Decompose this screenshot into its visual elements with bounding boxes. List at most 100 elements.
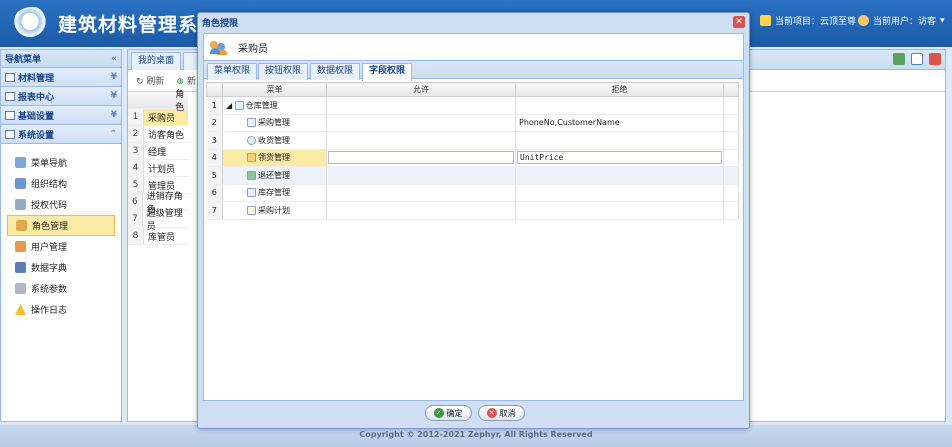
cell: 访客角色: [148, 130, 185, 141]
table-row[interactable]: 5 退还管理: [206, 166, 739, 185]
expand-icon: ¥: [110, 72, 117, 82]
nav-group-system[interactable]: 系统设置 ⌃: [1, 125, 121, 144]
user-info[interactable]: 当前用户：访客 ▾: [858, 14, 945, 27]
table-row[interactable]: 4 领货管理 UnitPrice: [206, 149, 739, 167]
column-header-deny[interactable]: 拒绝: [515, 82, 724, 97]
deny-cell[interactable]: [515, 184, 724, 202]
nav-group-report[interactable]: 报表中心 ¥: [1, 87, 121, 106]
sidebar-item-params[interactable]: 系统参数: [7, 278, 115, 299]
refresh-icon: ↻: [136, 77, 144, 87]
tree-icon: [15, 157, 26, 168]
permission-tabs: 菜单权限 按钮权限 数据权限 字段权限: [204, 60, 743, 81]
check-icon: ✓: [433, 408, 444, 418]
menu-label: 采购计划: [258, 205, 290, 215]
nav-group-material[interactable]: 材料管理 ¥: [1, 68, 121, 87]
sidebar-item-dictionary[interactable]: 数据字典: [7, 257, 115, 278]
add-icon: ⊕: [176, 77, 184, 87]
close-icon[interactable]: ✕: [733, 16, 745, 28]
folder-icon: [5, 91, 15, 101]
menu-cell[interactable]: 库存管理: [222, 184, 327, 202]
menu-cell[interactable]: 收货管理: [222, 131, 327, 150]
menu-cell[interactable]: 采购管理: [222, 114, 327, 132]
row-number: 5: [206, 166, 223, 185]
project-info[interactable]: 当前项目：云顶至尊: [760, 14, 856, 27]
cancel-button[interactable]: ✕ 取消: [477, 405, 525, 421]
refresh-icon[interactable]: [893, 53, 905, 65]
table-row[interactable]: 6 库存管理: [206, 184, 739, 202]
cell: 经理: [148, 147, 167, 158]
column-header-menu[interactable]: 菜单: [222, 82, 327, 97]
ok-button[interactable]: ✓ 确定: [424, 405, 472, 421]
extra-cell: [723, 166, 739, 185]
sidebar-item-auth-code[interactable]: 授权代码: [7, 194, 115, 215]
cell: 采购员: [148, 113, 176, 124]
nav-group-label: 基础设置: [18, 111, 55, 122]
nav-group-basic[interactable]: 基础设置 ¥: [1, 106, 121, 125]
table-row[interactable]: 7 采购计划: [206, 201, 739, 220]
menu-cell[interactable]: 退还管理: [222, 166, 327, 185]
sidebar-item-roles[interactable]: 角色管理: [7, 215, 115, 236]
folder-icon: [5, 72, 15, 82]
deny-cell[interactable]: PhoneNo,CustomerName: [515, 114, 724, 132]
allow-input[interactable]: [328, 151, 514, 165]
refresh-button[interactable]: ↻ 刷新: [136, 74, 164, 87]
menu-cell[interactable]: 采购计划: [222, 201, 327, 220]
deny-cell[interactable]: UnitPrice: [515, 149, 724, 167]
allow-cell[interactable]: [326, 201, 516, 220]
collapse-icon[interactable]: «: [111, 54, 117, 64]
allow-cell[interactable]: [326, 96, 516, 115]
column-header-allow[interactable]: 允许: [326, 82, 516, 97]
user-icon: [15, 241, 26, 252]
tab-data-permission[interactable]: 数据权限: [310, 63, 361, 80]
sidebar-item-logs[interactable]: 操作日志: [7, 299, 115, 320]
maximize-icon[interactable]: [911, 53, 923, 65]
deny-cell[interactable]: [515, 201, 724, 220]
menu-cell[interactable]: 领货管理: [222, 149, 327, 167]
table-row[interactable]: 3 收货管理: [206, 131, 739, 150]
allow-cell[interactable]: [326, 114, 516, 132]
allow-cell[interactable]: [326, 131, 516, 150]
sidebar-item-users[interactable]: 用户管理: [7, 236, 115, 257]
allow-cell[interactable]: [326, 184, 516, 202]
table-row[interactable]: 2 采购管理 PhoneNo,CustomerName: [206, 114, 739, 132]
sidebar-item-label: 用户管理: [31, 243, 68, 253]
role-grid: 角色 1 采购员 2 访客角色 3 经理 4 计划员 5 管理员 6 进销存角色 7 超级管理…: [128, 90, 188, 245]
window-buttons: [893, 53, 941, 65]
add-button[interactable]: ⊕ 新: [176, 74, 195, 87]
cancel-icon: ✕: [486, 408, 497, 418]
cell: 超级管理员: [146, 209, 183, 232]
allow-cell[interactable]: [326, 166, 516, 185]
column-header: 角色: [175, 90, 185, 113]
org-icon: [15, 178, 26, 189]
collapse-icon[interactable]: ◢: [226, 101, 232, 110]
sidebar-item-org[interactable]: 组织结构: [7, 173, 115, 194]
tab-desktop[interactable]: 我的桌面: [131, 52, 182, 70]
tab-menu-permission[interactable]: 菜单权限: [207, 63, 258, 80]
folder-icon: [234, 100, 244, 110]
deny-cell[interactable]: [515, 96, 724, 115]
table-row[interactable]: 3 经理: [128, 143, 188, 160]
table-row[interactable]: 2 访客角色: [128, 126, 188, 143]
sidebar-item-label: 操作日志: [31, 306, 68, 316]
menu-cell[interactable]: ◢ 仓库管理: [222, 96, 327, 115]
deny-cell[interactable]: [515, 166, 724, 185]
dialog-body: 采购员 菜单权限 按钮权限 数据权限 字段权限 菜单 允许 拒绝 1 ◢ 仓库管…: [203, 33, 744, 401]
sidebar-item-menu-nav[interactable]: 菜单导航: [7, 152, 115, 173]
tab-field-permission[interactable]: 字段权限: [362, 63, 413, 81]
extra-cell: [723, 201, 739, 220]
nav-group-label: 材料管理: [18, 73, 55, 84]
sidebar-item-label: 授权代码: [31, 201, 68, 211]
deny-cell[interactable]: [515, 131, 724, 150]
nav-header: 导航菜单 «: [1, 50, 121, 68]
table-row[interactable]: 1 ◢ 仓库管理: [206, 96, 739, 115]
tab-button-permission[interactable]: 按钮权限: [258, 63, 309, 80]
table-row[interactable]: 7 超级管理员: [128, 209, 188, 232]
receive-icon: [247, 135, 256, 145]
deny-input[interactable]: UnitPrice: [517, 151, 722, 165]
dialog-title: 角色授限: [202, 18, 239, 29]
table-row[interactable]: 4 计划员: [128, 160, 188, 177]
chevron-down-icon[interactable]: ▾: [940, 16, 945, 26]
row-number-header: [206, 82, 223, 97]
close-icon[interactable]: [929, 53, 941, 65]
allow-cell[interactable]: [326, 149, 516, 167]
